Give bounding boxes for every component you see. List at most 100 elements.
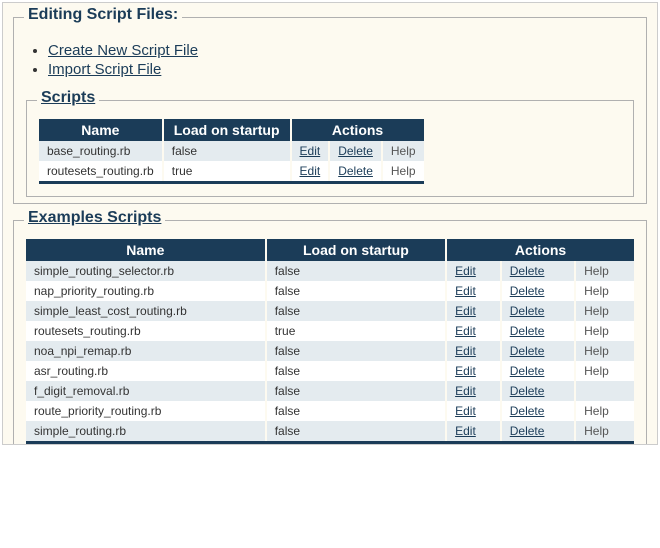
delete-cell: Delete bbox=[501, 381, 575, 401]
help-cell: Help bbox=[382, 141, 424, 161]
table-row: simple_routing.rbfalseEditDeleteHelp bbox=[26, 421, 634, 443]
table-row: asr_routing.rbfalse Edit Delete Help bbox=[26, 361, 634, 381]
help-cell: Help bbox=[575, 261, 634, 281]
edit-link[interactable]: Edit bbox=[455, 324, 476, 338]
delete-cell: Delete bbox=[329, 161, 382, 183]
delete-link[interactable]: Delete bbox=[338, 164, 373, 178]
edit-link[interactable]: Edit bbox=[455, 264, 476, 278]
help-link[interactable]: Help bbox=[391, 164, 416, 178]
list-item: Create New Script File bbox=[48, 42, 634, 59]
help-link[interactable]: Help bbox=[584, 364, 609, 378]
delete-link[interactable]: Delete bbox=[510, 424, 545, 438]
delete-link[interactable]: Delete bbox=[510, 304, 545, 318]
edit-link[interactable]: Edit bbox=[455, 404, 476, 418]
delete-cell: Delete bbox=[501, 321, 575, 341]
edit-link[interactable]: Edit bbox=[455, 424, 476, 438]
col-actions: Actions bbox=[446, 239, 634, 261]
delete-link[interactable]: Delete bbox=[510, 344, 545, 358]
scripts-heading-link[interactable]: Scripts bbox=[41, 89, 95, 106]
delete-link[interactable]: Delete bbox=[510, 264, 545, 278]
help-cell: Help bbox=[575, 341, 634, 361]
delete-link[interactable]: Delete bbox=[510, 404, 545, 418]
top-link-list: Create New Script File Import Script Fil… bbox=[48, 42, 634, 78]
col-name: Name bbox=[39, 119, 163, 141]
examples-section: Examples Scripts Name Load on startup Ac… bbox=[13, 220, 647, 444]
delete-cell: Delete bbox=[501, 301, 575, 321]
scripts-heading: Scripts bbox=[37, 89, 99, 107]
help-cell: Help bbox=[575, 281, 634, 301]
edit-link[interactable]: Edit bbox=[300, 144, 321, 158]
edit-link[interactable]: Edit bbox=[455, 364, 476, 378]
edit-cell: Edit bbox=[446, 421, 501, 443]
examples-heading-link[interactable]: Examples Scripts bbox=[28, 209, 161, 226]
edit-link[interactable]: Edit bbox=[455, 304, 476, 318]
script-name-cell: f_digit_removal.rb bbox=[26, 381, 266, 401]
import-script-link[interactable]: Import Script File bbox=[48, 61, 161, 78]
help-cell bbox=[575, 381, 634, 401]
load-on-startup-cell: false bbox=[163, 141, 291, 161]
help-cell: Help bbox=[575, 321, 634, 341]
delete-link[interactable]: Delete bbox=[338, 144, 373, 158]
edit-cell: Edit bbox=[291, 161, 330, 183]
edit-cell: Edit bbox=[446, 401, 501, 421]
table-row: f_digit_removal.rbfalse Edit Delete bbox=[26, 381, 634, 401]
help-link[interactable]: Help bbox=[584, 264, 609, 278]
help-link[interactable]: Help bbox=[584, 424, 609, 438]
edit-link[interactable]: Edit bbox=[455, 384, 476, 398]
delete-link[interactable]: Delete bbox=[510, 284, 545, 298]
load-on-startup-cell: false bbox=[266, 341, 446, 361]
table-row: route_priority_routing.rbfalse Edit Delete… bbox=[26, 401, 634, 421]
delete-cell: Delete bbox=[501, 281, 575, 301]
help-link[interactable]: Help bbox=[584, 404, 609, 418]
table-header-row: Name Load on startup Actions bbox=[39, 119, 424, 141]
edit-cell: Edit bbox=[446, 361, 501, 381]
delete-link[interactable]: Delete bbox=[510, 324, 545, 338]
edit-link[interactable]: Edit bbox=[455, 284, 476, 298]
script-name-cell: simple_least_cost_routing.rb bbox=[26, 301, 266, 321]
help-link[interactable]: Help bbox=[584, 324, 609, 338]
delete-link[interactable]: Delete bbox=[510, 384, 545, 398]
delete-cell: Delete bbox=[501, 361, 575, 381]
edit-cell: Edit bbox=[446, 261, 501, 281]
script-name-cell: simple_routing.rb bbox=[26, 421, 266, 443]
load-on-startup-cell: false bbox=[266, 381, 446, 401]
edit-link[interactable]: Edit bbox=[300, 164, 321, 178]
create-new-script-link[interactable]: Create New Script File bbox=[48, 42, 198, 59]
script-name-cell: routesets_routing.rb bbox=[39, 161, 163, 183]
table-row: noa_npi_remap.rbfalse Edit Delete Help bbox=[26, 341, 634, 361]
edit-cell: Edit bbox=[446, 281, 501, 301]
scripts-section: Scripts Name Load on startup Actions bas… bbox=[26, 100, 634, 197]
main-frame: Editing Script Files: Create New Script … bbox=[2, 2, 658, 445]
table-row: routesets_routing.rbtrueEditDeleteHelp bbox=[26, 321, 634, 341]
table-header-row: Name Load on startup Actions bbox=[26, 239, 634, 261]
load-on-startup-cell: true bbox=[163, 161, 291, 183]
load-on-startup-cell: false bbox=[266, 361, 446, 381]
script-name-cell: asr_routing.rb bbox=[26, 361, 266, 381]
script-name-cell: route_priority_routing.rb bbox=[26, 401, 266, 421]
table-row: simple_routing_selector.rbfalseEditDelet… bbox=[26, 261, 634, 281]
load-on-startup-cell: false bbox=[266, 401, 446, 421]
examples-table: Name Load on startup Actions simple_rout… bbox=[26, 239, 634, 444]
help-cell: Help bbox=[575, 421, 634, 443]
load-on-startup-cell: false bbox=[266, 281, 446, 301]
edit-link[interactable]: Edit bbox=[455, 344, 476, 358]
delete-cell: Delete bbox=[501, 421, 575, 443]
help-cell: Help bbox=[382, 161, 424, 183]
editing-heading: Editing Script Files: bbox=[24, 6, 182, 24]
col-load: Load on startup bbox=[266, 239, 446, 261]
delete-cell: Delete bbox=[501, 341, 575, 361]
help-cell: Help bbox=[575, 401, 634, 421]
delete-link[interactable]: Delete bbox=[510, 364, 545, 378]
delete-cell: Delete bbox=[501, 401, 575, 421]
script-name-cell: simple_routing_selector.rb bbox=[26, 261, 266, 281]
col-load: Load on startup bbox=[163, 119, 291, 141]
delete-cell: Delete bbox=[329, 141, 382, 161]
help-link[interactable]: Help bbox=[391, 144, 416, 158]
help-link[interactable]: Help bbox=[584, 284, 609, 298]
scripts-table: Name Load on startup Actions base_routin… bbox=[39, 119, 424, 184]
script-name-cell: nap_priority_routing.rb bbox=[26, 281, 266, 301]
help-link[interactable]: Help bbox=[584, 344, 609, 358]
script-name-cell: base_routing.rb bbox=[39, 141, 163, 161]
help-link[interactable]: Help bbox=[584, 304, 609, 318]
script-name-cell: noa_npi_remap.rb bbox=[26, 341, 266, 361]
